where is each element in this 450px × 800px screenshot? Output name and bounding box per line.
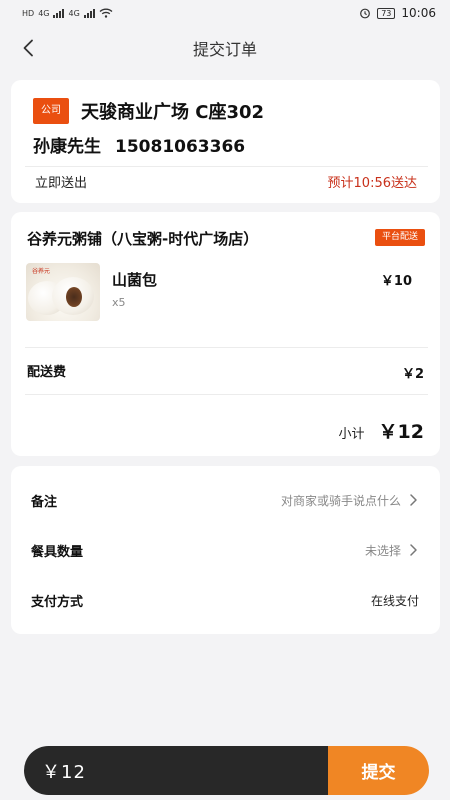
payment-value: 在线支付 [370,593,419,608]
checkout-bar: ￥12 提交 [24,746,429,795]
chevron-right-icon [410,494,417,506]
submit-button[interactable]: 提交 [328,746,429,795]
total-amount: ￥12 [24,746,328,795]
platform-delivery-badge: 平台配送 [374,229,425,246]
divider [25,394,428,395]
contact-phone: 15081063366 [115,137,246,157]
tableware-value: 未选择 [364,543,401,558]
divider [25,347,428,348]
address-line: 天骏商业广场 C座302 [81,102,265,123]
chevron-left-icon [23,39,33,57]
address-row: 公司 天骏商业广场 C座302 [33,98,264,124]
status-right: 73 10:06 [359,6,436,20]
alarm-icon [360,8,371,19]
payment-label: 支付方式 [31,594,84,610]
bun-filling [66,287,82,307]
status-time: 10:06 [401,6,436,20]
contact-name: 孙康先生 [33,137,101,157]
status-left: HD 4G 4G [22,8,113,18]
divider [25,166,428,167]
network-label: 4G [68,8,80,18]
battery-icon: 73 [377,7,396,19]
back-button[interactable] [14,34,42,62]
subtotal-value: ￥12 [378,421,424,443]
chevron-right-icon [410,544,417,556]
delivery-fee-value: ￥2 [401,367,424,382]
item-quantity: x5 [112,296,126,309]
status-bar: HD 4G 4G 73 10:06 [0,0,450,26]
order-card: 谷养元粥铺（八宝粥-时代广场店） 平台配送 谷养元 山菌包 x5 ￥10 配送费… [11,212,440,456]
item-image: 谷养元 [26,263,100,321]
delivery-eta: 预计10:56送达 [327,176,417,191]
tableware-row[interactable]: 餐具数量 未选择 [11,525,440,575]
contact-info: 孙康先生 15081063366 [33,132,245,157]
subtotal: 小计 ￥12 [339,417,424,444]
signal-icon [83,8,95,18]
hd-label: HD [22,8,35,18]
top-bar: 提交订单 [0,26,450,70]
item-name: 山菌包 [112,271,158,289]
shop-name: 谷养元粥铺（八宝粥-时代广场店） [27,230,259,248]
remark-row[interactable]: 备注 对商家或骑手说点什么 [11,475,440,525]
remark-value-wrap: 对商家或骑手说点什么 [281,492,419,509]
delivery-fee-label: 配送费 [27,365,67,380]
payment-row[interactable]: 支付方式 在线支付 [11,575,440,625]
wifi-icon [99,8,113,18]
remark-label: 备注 [31,494,58,510]
tableware-label: 餐具数量 [31,544,84,560]
options-card: 备注 对商家或骑手说点什么 餐具数量 未选择 支付方式 在线支付 [11,466,440,634]
subtotal-label: 小计 [338,427,365,442]
address-card[interactable]: 公司 天骏商业广场 C座302 孙康先生 15081063366 立即送出 预计1… [11,80,440,203]
payment-value-wrap: 在线支付 [371,592,419,609]
signal-icon [53,8,65,18]
page-title: 提交订单 [192,40,257,59]
item-image-brand: 谷养元 [32,268,51,275]
tableware-value-wrap: 未选择 [365,542,419,559]
remark-placeholder: 对商家或骑手说点什么 [280,493,401,508]
network-label: 4G [38,8,50,18]
address-tag: 公司 [33,98,69,124]
delivery-mode: 立即送出 [35,176,88,191]
item-price: ￥10 [380,274,412,289]
